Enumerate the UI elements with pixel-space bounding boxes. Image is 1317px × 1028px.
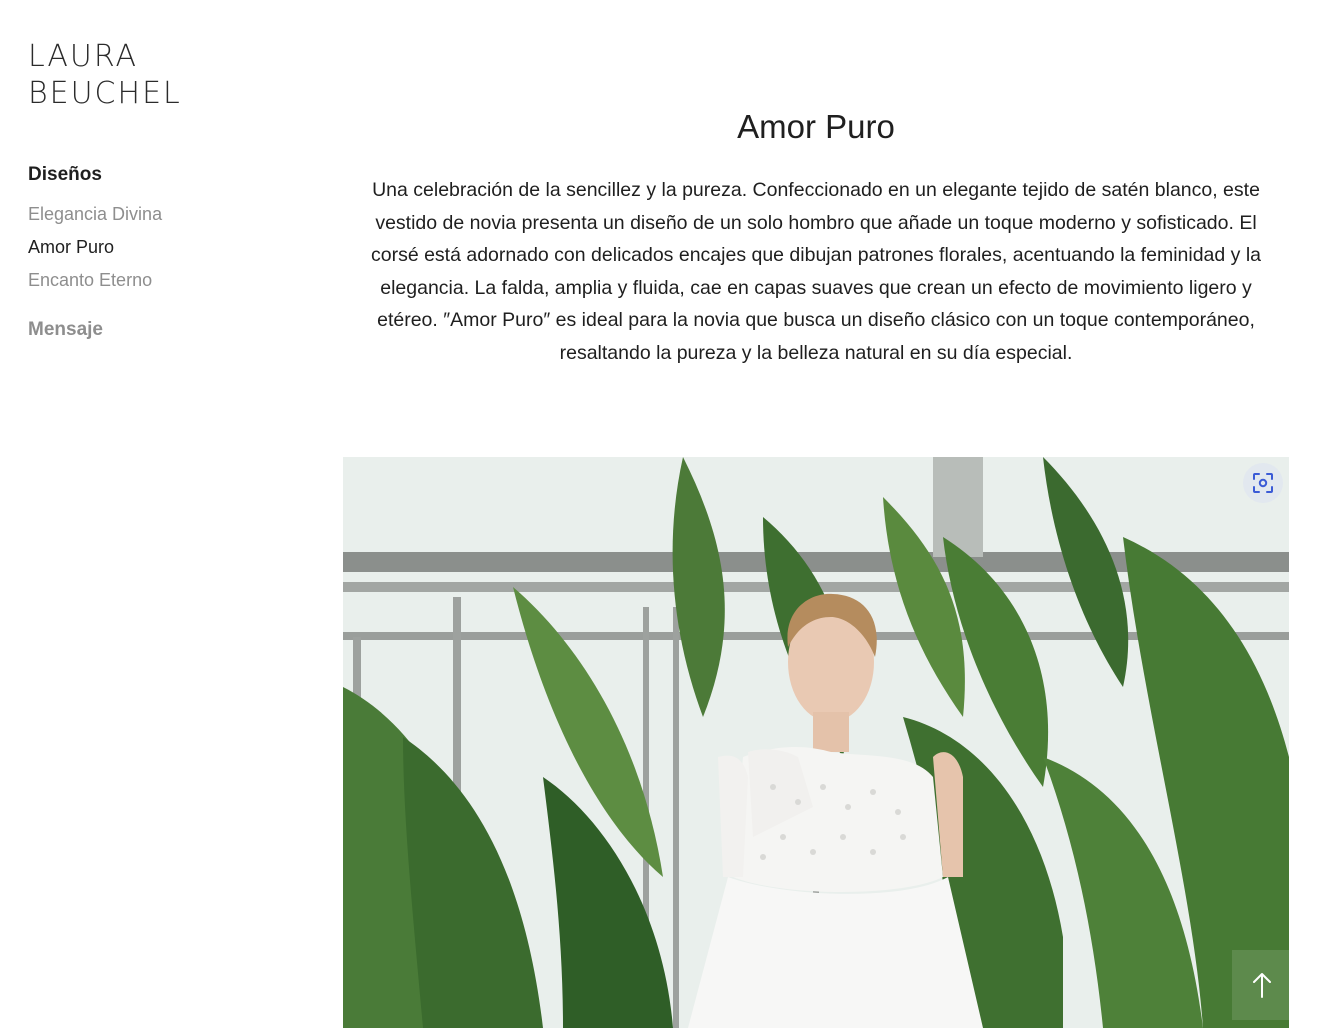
nav-item-mensaje[interactable]: Mensaje [28, 319, 288, 341]
dress-photo-illustration [343, 457, 1289, 1028]
focus-scan-icon[interactable] [1243, 463, 1283, 503]
sidebar: LAURA BEUCHEL Diseños Elegancia Divina A… [28, 38, 288, 341]
brand-line-2: BEUCHEL [28, 76, 182, 111]
nav-heading-disenos[interactable]: Diseños [28, 164, 288, 186]
nav-item-amor-puro[interactable]: Amor Puro [28, 237, 288, 258]
nav-item-encanto-eterno[interactable]: Encanto Eterno [28, 270, 288, 291]
main-content: Amor Puro Una celebración de la sencille… [343, 108, 1289, 369]
design-description: Una celebración de la sencillez y la pur… [370, 179, 1261, 364]
nav-item-elegancia-divina[interactable]: Elegancia Divina [28, 204, 288, 225]
brand-line-1: LAURA [28, 39, 139, 74]
scroll-to-top-button[interactable] [1232, 950, 1292, 1020]
dress-photo[interactable] [343, 457, 1289, 1028]
page: LAURA BEUCHEL Diseños Elegancia Divina A… [0, 0, 1317, 1028]
page-title: Amor Puro [737, 108, 895, 145]
site-logo[interactable]: LAURA BEUCHEL [28, 38, 288, 112]
sidebar-nav: Diseños Elegancia Divina Amor Puro Encan… [28, 164, 288, 341]
arrow-up-icon [1253, 973, 1271, 998]
